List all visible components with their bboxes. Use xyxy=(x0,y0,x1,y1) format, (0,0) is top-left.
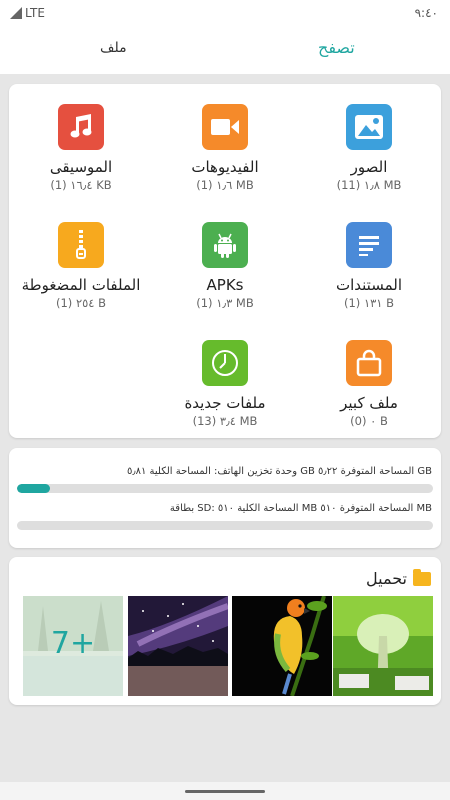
category-videos[interactable]: الفيديوهات (1) ١٫٦ MB xyxy=(153,84,297,202)
storage-card: وحدة تخزين الهاتف: المساحة الكلية ٥٫٨١ G… xyxy=(9,448,441,548)
category-label: ملفات جديدة xyxy=(184,394,266,412)
category-info: (11) ١٫٨ MB xyxy=(336,178,402,192)
downloads-title: تحميل xyxy=(366,569,407,588)
download-thumbnail-lake[interactable]: 7+ xyxy=(23,596,123,696)
clock: ٩:٤٠ xyxy=(414,6,438,20)
category-label: الفيديوهات xyxy=(191,158,259,176)
music-icon xyxy=(58,104,104,150)
sd-storage-bar xyxy=(17,521,433,530)
tab-bar: ملف تصفح xyxy=(0,28,450,74)
tab-browse[interactable]: تصفح xyxy=(318,38,355,57)
navigation-bar xyxy=(0,782,450,800)
category-large-files[interactable]: ملف كبير (0) ٠ B xyxy=(297,320,441,438)
document-icon xyxy=(346,222,392,268)
download-thumbnail-night-sky[interactable] xyxy=(128,596,228,696)
category-label: ملف كبير xyxy=(340,394,398,412)
phone-storage-label: وحدة تخزين الهاتف: المساحة الكلية ٥٫٨١ G… xyxy=(126,466,432,477)
category-compressed[interactable]: الملفات المضغوطة (1) ٢٥٤ B xyxy=(9,202,153,320)
category-info: (0) ٠ B xyxy=(350,414,388,428)
phone-storage-fill xyxy=(17,484,51,493)
category-label: الصور xyxy=(350,158,388,176)
tab-files[interactable]: ملف xyxy=(100,40,127,56)
category-documents[interactable]: المستندات (1) ١٣١ B xyxy=(297,202,441,320)
zip-icon xyxy=(58,222,104,268)
category-label: APKs xyxy=(206,276,244,294)
android-icon xyxy=(202,222,248,268)
category-info: (1) ١٫٣ MB xyxy=(196,296,254,310)
video-icon xyxy=(202,104,248,150)
category-info: (13) ٣٫٤ MB xyxy=(192,414,258,428)
more-count: 7+ xyxy=(50,626,96,661)
category-info: (1) ١٫٦ MB xyxy=(196,178,254,192)
phone-storage-bar xyxy=(17,484,433,493)
bag-icon xyxy=(346,340,392,386)
categories-card: الصور (11) ١٫٨ MB الفيديوهات (1) ١٫٦ MB … xyxy=(9,84,441,438)
folder-icon xyxy=(413,568,431,586)
category-info: (1) ١٦٫٤ KB xyxy=(50,178,112,192)
download-thumbnail-parrot[interactable] xyxy=(232,596,332,696)
image-icon xyxy=(346,104,392,150)
category-label: المستندات xyxy=(335,276,402,294)
download-thumbnail-garden[interactable] xyxy=(333,596,433,696)
status-bar: LTE ٩:٤٠ xyxy=(0,0,450,28)
downloads-card: تحميل 7+ xyxy=(9,557,441,705)
home-indicator[interactable] xyxy=(185,790,265,793)
category-new-files[interactable]: ملفات جديدة (13) ٣٫٤ MB xyxy=(153,320,297,438)
category-images[interactable]: الصور (11) ١٫٨ MB xyxy=(297,84,441,202)
signal-icon xyxy=(10,7,22,19)
category-label: الملفات المضغوطة xyxy=(21,276,141,294)
clock-icon xyxy=(202,340,248,386)
network-label: LTE xyxy=(25,6,45,20)
downloads-header[interactable]: تحميل xyxy=(366,568,431,588)
category-apks[interactable]: APKs (1) ١٫٣ MB xyxy=(153,202,297,320)
category-info: (1) ٢٥٤ B xyxy=(55,296,107,310)
category-label: الموسيقى xyxy=(49,158,113,176)
network-status: LTE xyxy=(10,6,45,20)
sd-storage-label: بطاقة SD: المساحة الكلية ٥١٠ MB المساحة … xyxy=(169,503,432,514)
category-music[interactable]: الموسيقى (1) ١٦٫٤ KB xyxy=(9,84,153,202)
category-info: (1) ١٣١ B xyxy=(343,296,395,310)
